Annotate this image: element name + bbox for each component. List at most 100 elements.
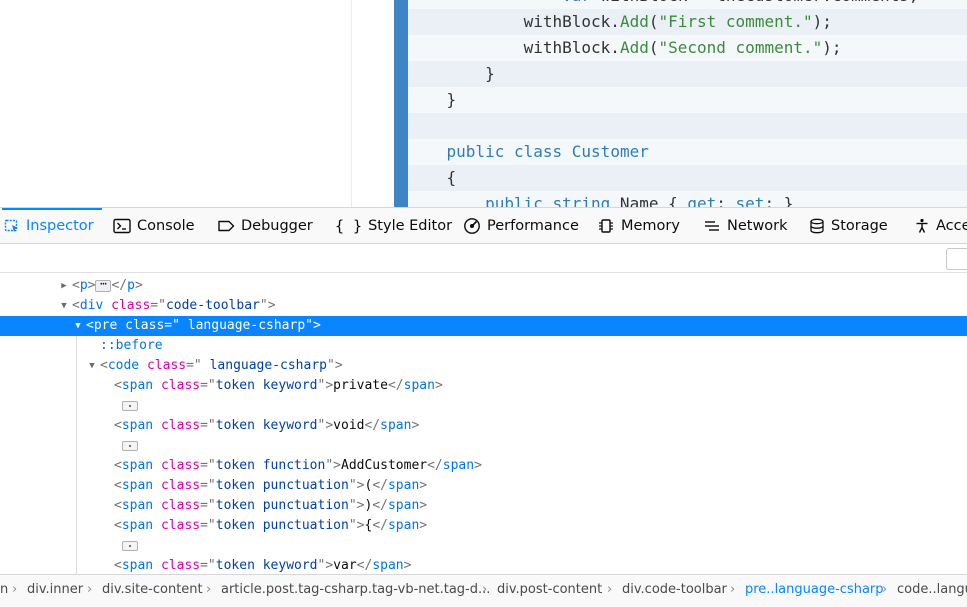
code-line: withBlock.Add("Second comment."); xyxy=(408,35,967,61)
code-token: Add xyxy=(619,38,649,57)
markup-node[interactable]: <span class="token punctuation">{</span> xyxy=(0,516,967,536)
tag-name: code xyxy=(107,358,140,373)
expand-triangle-icon[interactable]: ▼ xyxy=(58,296,70,316)
collapsed-children-icon[interactable]: ⋯ xyxy=(95,278,112,292)
tag-name: span xyxy=(121,498,154,513)
markup-node[interactable]: <span class="token function">AddCustomer… xyxy=(0,456,967,476)
pseudo-element: ::before xyxy=(100,338,163,353)
code-token: class xyxy=(513,142,563,161)
attribute-value: token keyword xyxy=(215,378,318,393)
markup-node-content: <pre class=" language-csharp"> xyxy=(86,318,321,333)
memory-icon xyxy=(597,218,615,234)
breadcrumb-item[interactable]: div.code-toolbar xyxy=(622,575,727,607)
breadcrumb-item[interactable]: div.site-content xyxy=(102,575,203,607)
markup-node-content xyxy=(122,396,138,416)
closing-tag-name: span xyxy=(387,498,420,513)
markup-node[interactable]: <span class="token keyword">var</span> xyxy=(0,556,967,574)
tab-debugger[interactable]: Debugger xyxy=(217,208,313,243)
tab-inspector[interactable]: Inspector xyxy=(2,208,102,243)
markup-tree[interactable]: ▶ <p> ⋯ </p> ▼ <div class="code-toolbar"> ▼ <pr… xyxy=(0,276,967,574)
tab-accessibility[interactable]: Acce xyxy=(914,208,967,243)
search-html-input[interactable] xyxy=(946,248,967,270)
markup-row-selected[interactable]: ▼ <pre class=" language-csharp"> xyxy=(0,316,967,336)
code-token: { xyxy=(408,168,457,187)
code-token: ); xyxy=(812,12,832,31)
closing-tag-name: span xyxy=(380,418,412,433)
attribute-value: code-toolbar xyxy=(165,298,260,313)
markup-node[interactable] xyxy=(0,436,967,456)
code-token: } xyxy=(408,90,457,109)
code-token: public xyxy=(446,142,505,161)
tab-storage[interactable]: Storage xyxy=(809,208,888,243)
code-line: } xyxy=(408,87,967,113)
attribute-name: class xyxy=(160,558,201,573)
markup-node[interactable]: ▼ <div class="code-toolbar"> xyxy=(0,296,967,316)
indent-guide xyxy=(76,336,77,574)
markup-node[interactable]: ::before xyxy=(0,336,967,356)
tab-label: Memory xyxy=(621,218,680,234)
attribute-value: token keyword xyxy=(215,418,318,433)
markup-node-content: <p> ⋯ </p> xyxy=(72,276,143,294)
code-token: string xyxy=(552,194,611,207)
markup-node[interactable] xyxy=(0,396,967,416)
tab-console[interactable]: Console xyxy=(113,208,195,243)
markup-node[interactable]: <span class="token keyword">void</span> xyxy=(0,416,967,436)
code-token: get xyxy=(687,194,717,207)
markup-node[interactable]: <span class="token keyword">private</spa… xyxy=(0,376,967,396)
attribute-name: class xyxy=(160,478,201,493)
tab-label: Acce xyxy=(936,218,967,234)
attribute-name: class xyxy=(160,458,201,473)
attribute-name: class xyxy=(160,518,201,533)
breadcrumb-separator-icon: › xyxy=(882,582,888,597)
closing-tag-name: span xyxy=(387,478,420,493)
markup-node[interactable]: ▼ <code class=" language-csharp"> xyxy=(0,356,967,376)
closing-tag-name: span xyxy=(442,458,475,473)
breadcrumb-item[interactable]: article.post.tag-csharp.tag-vb-net.tag-d… xyxy=(221,575,490,607)
tag-name: span xyxy=(121,458,154,473)
markup-node-content: <span class="token function">AddCustomer… xyxy=(114,458,482,473)
tab-memory[interactable]: Memory xyxy=(597,208,680,243)
markup-node[interactable] xyxy=(0,536,967,556)
tab-network[interactable]: Network xyxy=(703,208,788,243)
expand-triangle-icon[interactable]: ▼ xyxy=(72,316,84,336)
code-token: "First comment." xyxy=(658,12,813,31)
breadcrumb-separator-icon: › xyxy=(87,582,93,597)
tab-style-editor[interactable]: { } Style Editor xyxy=(335,208,452,243)
code-block: var withBlock = theCustomer.Comments; wi… xyxy=(408,0,967,207)
code-token: Name { xyxy=(610,194,688,207)
storage-icon xyxy=(809,218,825,234)
expand-triangle-icon[interactable]: ▼ xyxy=(86,356,98,376)
attribute-value: language-csharp xyxy=(201,358,327,373)
whitespace-node-icon xyxy=(122,440,138,451)
breadcrumb-separator-icon: › xyxy=(482,582,488,597)
markup-node[interactable]: ▶ <p> ⋯ </p> xyxy=(0,276,967,296)
markup-node[interactable]: <span class="token punctuation">)</span> xyxy=(0,496,967,516)
text-node: ) xyxy=(364,498,373,513)
code-token: . xyxy=(610,12,620,31)
collapse-triangle-icon[interactable]: ▶ xyxy=(58,276,70,296)
tab-performance[interactable]: Performance xyxy=(463,208,579,243)
code-token: ; xyxy=(716,194,736,207)
inspector-icon xyxy=(4,218,20,234)
breadcrumb-separator-icon: › xyxy=(607,582,613,597)
breadcrumb-item[interactable]: code..langu xyxy=(897,575,967,607)
attribute-value: token punctuation xyxy=(215,478,349,493)
tag-name: span xyxy=(121,558,154,573)
breadcrumb-item[interactable]: div.post-content xyxy=(497,575,602,607)
tag-name: pre xyxy=(93,318,118,333)
markup-node[interactable]: <span class="token punctuation">(</span> xyxy=(0,476,967,496)
code-block-accent-bar xyxy=(394,0,408,207)
breadcrumb: n › div.inner › div.site-content › article.pos… xyxy=(0,574,967,607)
whitespace-node-icon xyxy=(122,400,138,411)
breadcrumb-item[interactable]: div.inner xyxy=(27,575,83,607)
text-node: ( xyxy=(364,478,373,493)
breadcrumb-item[interactable]: n xyxy=(0,575,8,607)
breadcrumb-item[interactable]: pre..language-csharp xyxy=(745,575,884,607)
code-token: Add xyxy=(619,12,649,31)
attribute-value: language-csharp xyxy=(179,318,306,333)
attribute-value: token keyword xyxy=(215,558,318,573)
